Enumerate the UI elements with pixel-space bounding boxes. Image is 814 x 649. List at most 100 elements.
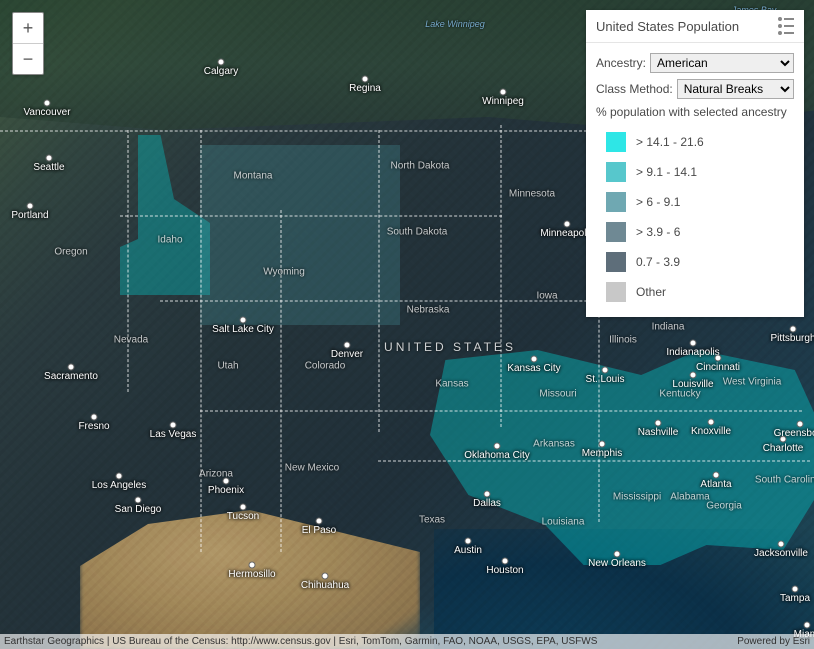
state-label: Missouri [539,389,576,400]
legend-label: Other [636,285,666,299]
city-dot [223,478,230,485]
state-label: Nevada [114,335,148,346]
state-label: Indiana [652,322,685,333]
state-border [378,460,810,462]
state-label: Louisiana [542,517,585,528]
city-label: Salt Lake City [212,324,274,335]
state-label: South Carolina [755,475,814,486]
city-label: Cincinnati [696,362,740,373]
legend-swatch [606,252,626,272]
city-dot [599,441,606,448]
city-dot [708,419,715,426]
city-dot [240,504,247,511]
city-dot [713,472,720,479]
legend-label: > 3.9 - 6 [636,225,680,239]
city-dot [531,356,538,363]
legend-toggle-icon[interactable] [778,18,794,34]
legend-swatch [606,192,626,212]
zoom-in-button[interactable]: + [13,13,43,43]
city-label: New Orleans [588,558,646,569]
city-dot [614,551,621,558]
city-label: Hermosillo [228,569,275,580]
state-border [0,130,602,132]
ancestry-label: Ancestry: [596,56,646,70]
state-label: North Dakota [391,161,450,172]
city-label: Houston [486,565,523,576]
city-label: Tampa [780,593,810,604]
city-dot [790,326,797,333]
attribution-bar: Earthstar Geographics | US Bureau of the… [0,634,814,649]
city-label: Louisville [672,379,713,390]
legend-item: > 9.1 - 14.1 [596,157,794,187]
state-label: Texas [419,515,445,526]
state-label: Georgia [706,501,742,512]
state-border [378,130,380,432]
city-dot [797,421,804,428]
city-label: Austin [454,545,482,556]
state-label: South Dakota [387,227,448,238]
class-method-label: Class Method: [596,82,673,96]
city-dot [316,518,323,525]
city-label: Indianapolis [666,347,719,358]
choropleth-mt-wy [200,145,400,325]
city-dot [344,342,351,349]
attribution-esri[interactable]: Powered by Esri [737,636,810,647]
state-label: Idaho [157,235,182,246]
legend-label: > 14.1 - 21.6 [636,135,704,149]
city-dot [655,420,662,427]
city-dot [46,155,53,162]
state-border [120,215,502,217]
city-label: Los Angeles [92,480,147,491]
country-label-us: UNITED STATES [384,340,516,354]
state-label: Utah [217,361,238,372]
city-dot [27,203,34,210]
city-dot [322,573,329,580]
city-label: Jacksonville [754,548,808,559]
state-label: Kentucky [659,389,700,400]
city-dot [91,414,98,421]
city-label: Portland [11,210,48,221]
class-method-row: Class Method: Natural Breaks [596,79,794,99]
city-label: St. Louis [586,374,625,385]
city-dot [170,422,177,429]
legend-item: > 6 - 9.1 [596,187,794,217]
legend-swatch [606,162,626,182]
state-border [280,210,282,552]
state-label: Montana [234,171,273,182]
city-dot [502,558,509,565]
city-label: Greensboro [774,428,814,439]
city-label: El Paso [302,525,336,536]
city-dot [135,497,142,504]
state-label: Minnesota [509,189,555,200]
city-dot [804,622,811,629]
city-label: Pittsburgh [770,333,814,344]
state-label: Colorado [305,361,346,372]
city-label: Sacramento [44,371,98,382]
city-label: Kansas City [507,363,560,374]
city-label: Charlotte [763,443,804,454]
state-border [200,130,202,552]
city-label: Vancouver [23,107,70,118]
state-border [127,130,129,392]
ancestry-row: Ancestry: American [596,53,794,73]
legend-item: 0.7 - 3.9 [596,247,794,277]
state-label: Mississippi [613,492,661,503]
city-dot [362,76,369,83]
city-label: Denver [331,349,363,360]
legend-panel: United States Population Ancestry: Ameri… [586,10,804,317]
class-method-select[interactable]: Natural Breaks [677,79,794,99]
city-label: Nashville [638,427,679,438]
city-label: Oklahoma City [464,450,530,461]
city-dot [690,340,697,347]
state-label: Illinois [609,335,637,346]
city-label: Knoxville [691,426,731,437]
state-label: Wyoming [263,267,305,278]
legend-list: > 14.1 - 21.6 > 9.1 - 14.1> 6 - 9.1 > 3.9 … [596,127,794,307]
zoom-out-button[interactable]: − [13,43,43,74]
ancestry-select[interactable]: American [650,53,794,73]
city-dot [68,364,75,371]
city-label: Tucson [227,511,259,522]
legend-swatch [606,132,626,152]
city-label: Chihuahua [301,580,349,591]
city-label: Fresno [78,421,109,432]
